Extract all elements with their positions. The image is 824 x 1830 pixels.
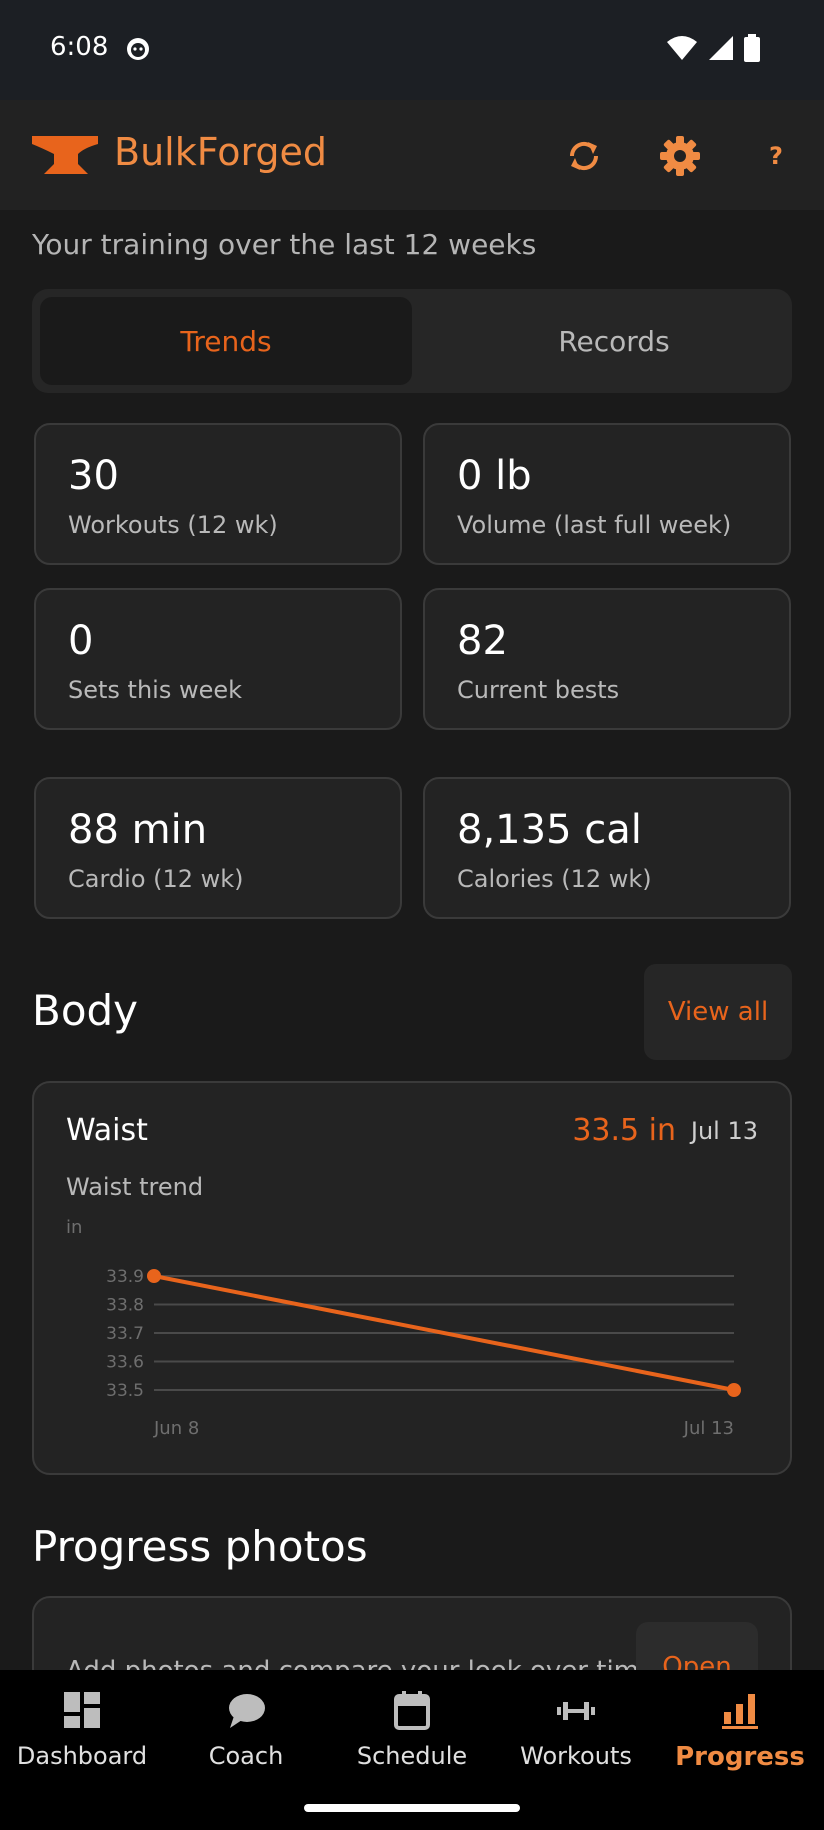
dashboard-icon	[64, 1692, 100, 1728]
stat-value: 82	[457, 618, 508, 664]
stat-label: Workouts (12 wk)	[68, 511, 278, 539]
y-tick-label: 33.5	[106, 1381, 144, 1401]
nav-label: Dashboard	[16, 1742, 148, 1770]
nav-progress[interactable]: Progress	[658, 1690, 822, 1790]
page-subtitle: Your training over the last 12 weeks	[32, 228, 537, 261]
gear-icon	[660, 136, 700, 176]
nav-schedule[interactable]: Schedule	[330, 1690, 494, 1790]
stat-value: 8,135 cal	[457, 807, 642, 853]
wifi-icon	[667, 36, 697, 60]
anvil-logo-icon	[32, 136, 98, 174]
stat-value: 88 min	[68, 807, 208, 853]
y-tick-label: 33.9	[106, 1267, 144, 1287]
app-bar: BulkForged ?	[0, 100, 824, 210]
tab-switcher: Trends Records	[32, 289, 792, 393]
sync-icon	[569, 141, 599, 171]
stat-card-volume: 0 lb Volume (last full week)	[423, 423, 791, 565]
stat-card-cardio: 88 min Cardio (12 wk)	[34, 777, 402, 919]
stat-value: 30	[68, 453, 119, 499]
stat-value: 0	[68, 618, 94, 664]
calendar-icon	[394, 1691, 430, 1730]
app-title: BulkForged	[114, 130, 328, 174]
status-time: 6:08	[50, 32, 109, 62]
stat-label: Current bests	[457, 676, 620, 704]
y-tick-label: 33.6	[106, 1353, 144, 1373]
nav-dashboard[interactable]: Dashboard	[0, 1690, 164, 1790]
settings-button[interactable]	[652, 128, 708, 184]
nav-workouts[interactable]: Workouts	[494, 1690, 658, 1790]
photos-section-title: Progress photos	[32, 1522, 368, 1571]
x-tick-label: Jun 8	[153, 1418, 199, 1439]
stat-label: Calories (12 wk)	[457, 865, 652, 893]
data-point	[147, 1269, 161, 1283]
stat-card-sets: 0 Sets this week	[34, 588, 402, 730]
status-bar: 6:08	[0, 0, 824, 100]
stat-value: 0 lb	[457, 453, 532, 499]
stat-label: Sets this week	[68, 676, 243, 704]
bar-chart-icon	[722, 1694, 758, 1729]
nav-label: Coach	[208, 1742, 284, 1770]
nav-coach[interactable]: Coach	[164, 1690, 328, 1790]
data-point	[727, 1383, 741, 1397]
x-tick-label: Jul 13	[683, 1418, 734, 1439]
waist-measurement-card[interactable]: Waist 33.5 in Jul 13 Waist trend in 33.9…	[32, 1081, 792, 1475]
battery-icon	[744, 34, 760, 62]
nav-label: Schedule	[356, 1742, 468, 1770]
y-tick-label: 33.7	[106, 1324, 144, 1344]
nav-label: Progress	[675, 1742, 805, 1772]
nav-label: Workouts	[520, 1742, 632, 1770]
chat-bubble-icon	[229, 1694, 265, 1728]
tab-trends[interactable]: Trends	[40, 297, 412, 385]
cat-icon	[127, 38, 149, 60]
body-section-title: Body	[32, 986, 139, 1035]
stat-card-workouts: 30 Workouts (12 wk)	[34, 423, 402, 565]
y-tick-label: 33.8	[106, 1296, 144, 1316]
stat-card-bests: 82 Current bests	[423, 588, 791, 730]
stat-label: Cardio (12 wk)	[68, 865, 244, 893]
home-indicator[interactable]	[304, 1804, 520, 1812]
stat-label: Volume (last full week)	[457, 511, 732, 539]
signal-icon	[709, 36, 733, 60]
dumbbell-icon	[557, 1702, 595, 1720]
tab-records[interactable]: Records	[444, 297, 784, 385]
sync-button[interactable]	[556, 128, 612, 184]
help-button[interactable]: ?	[748, 128, 804, 184]
view-all-button[interactable]: View all	[644, 964, 792, 1060]
stat-card-calories: 8,135 cal Calories (12 wk)	[423, 777, 791, 919]
status-icons	[666, 34, 760, 62]
waist-trend-chart: 33.9 33.8 33.7 33.6 33.5 Jun 8 Jul 13	[106, 1267, 741, 1439]
